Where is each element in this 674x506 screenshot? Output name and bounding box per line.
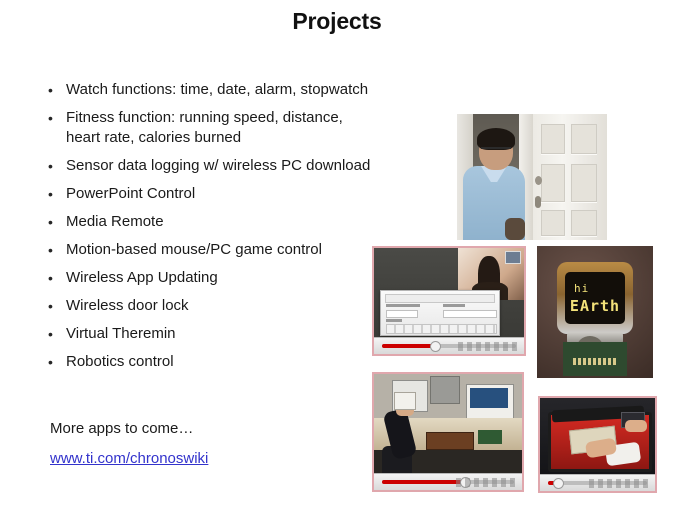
door-panel-shape xyxy=(571,164,597,202)
video-control-bar[interactable] xyxy=(374,337,524,354)
bullet-marker-icon: • xyxy=(48,354,53,370)
video-lab-demo[interactable] xyxy=(372,372,524,492)
video-ppt-scene xyxy=(374,248,524,338)
bullet-marker-icon: • xyxy=(48,298,53,314)
person-arm-shape xyxy=(505,218,525,240)
list-item-label: Wireless door lock xyxy=(66,297,189,314)
dialog-label-shape xyxy=(386,304,420,307)
list-item-label: PowerPoint Control xyxy=(66,185,196,202)
dialog-label-shape xyxy=(386,319,402,322)
watch-lcd-line-1: hi xyxy=(574,281,590,295)
list-item: • Robotics control xyxy=(48,352,418,372)
bullet-list: • Watch functions: time, date, alarm, st… xyxy=(48,80,418,380)
watch-lcd-display: hi EArth xyxy=(565,272,625,324)
bullet-marker-icon: • xyxy=(48,158,53,174)
more-apps-text: More apps to come… xyxy=(50,420,194,437)
list-item-label: Motion-based mouse/PC game control xyxy=(66,241,322,258)
video-control-icons[interactable] xyxy=(458,342,518,351)
photo-door-content xyxy=(457,114,607,240)
dialog-label-shape xyxy=(443,304,465,307)
list-item: • Virtual Theremin xyxy=(48,324,418,344)
list-item: • Sensor data logging w/ wireless PC dow… xyxy=(48,156,418,176)
page-title: Projects xyxy=(292,8,382,34)
video-scrubber-handle[interactable] xyxy=(553,478,564,489)
door-panel-shape xyxy=(571,210,597,236)
door-knob-shape xyxy=(535,176,542,185)
laptop-screen-shape xyxy=(470,388,508,408)
door-panel-shape xyxy=(541,164,565,202)
video-control-bar[interactable] xyxy=(540,474,655,491)
held-card-shape xyxy=(394,392,416,410)
video-robotics-control[interactable] xyxy=(538,396,657,493)
thumbnail-tile-shape xyxy=(505,251,521,264)
list-item: • Media Remote xyxy=(48,212,418,232)
list-item: • Wireless door lock xyxy=(48,296,418,316)
list-item-label: Fitness function: running speed, distanc… xyxy=(66,109,343,146)
bullet-marker-icon: • xyxy=(48,214,53,230)
video-control-icons[interactable] xyxy=(456,478,516,487)
dev-board-shape xyxy=(426,432,474,450)
settings-dialog xyxy=(380,290,500,336)
watch-lcd-line-2: EArth xyxy=(569,296,621,315)
bullet-marker-icon: • xyxy=(48,242,53,258)
list-item: • Watch functions: time, date, alarm, st… xyxy=(48,80,418,100)
chronos-wiki-link[interactable]: www.ti.com/chronoswiki xyxy=(50,449,208,469)
glasses-icon xyxy=(481,147,511,156)
photo-wireless-door-lock xyxy=(457,114,607,240)
video-powerpoint-control[interactable] xyxy=(372,246,526,356)
list-item-label: Watch functions: time, date, alarm, stop… xyxy=(66,81,369,98)
list-item: • Fitness function: running speed, dista… xyxy=(48,108,418,148)
video-scrubber-handle[interactable] xyxy=(430,341,441,352)
dialog-text-field[interactable] xyxy=(386,310,418,318)
board-pins-shape xyxy=(573,358,617,365)
bullet-marker-icon: • xyxy=(48,326,53,342)
door-panel-shape xyxy=(571,124,597,154)
presentation-slide: Projects • Watch functions: time, date, … xyxy=(0,0,674,506)
video-lab-scene xyxy=(374,374,522,474)
bullet-marker-icon: • xyxy=(48,270,53,286)
video-robot-scene xyxy=(540,398,655,475)
list-item-label: Robotics control xyxy=(66,353,174,370)
dialog-titlebar xyxy=(385,294,495,303)
video-progress-fill xyxy=(382,480,464,484)
list-item: • Motion-based mouse/PC game control xyxy=(48,240,418,260)
door-panel-shape xyxy=(541,210,565,236)
dev-board-shape xyxy=(478,430,502,444)
person-hand-shape xyxy=(625,420,647,432)
list-item: • Wireless App Updating xyxy=(48,268,418,288)
list-item: • PowerPoint Control xyxy=(48,184,418,204)
video-control-icons[interactable] xyxy=(589,479,649,488)
bullet-marker-icon: • xyxy=(48,110,53,126)
dialog-dropdown[interactable] xyxy=(443,310,497,318)
video-control-bar[interactable] xyxy=(374,473,522,490)
monitor-shape xyxy=(430,376,460,404)
photo-chronos-watch: hi EArth xyxy=(537,246,653,378)
dialog-button-row[interactable] xyxy=(386,324,497,334)
bullet-marker-icon: • xyxy=(48,186,53,202)
list-item-label: Virtual Theremin xyxy=(66,325,176,342)
video-progress-fill xyxy=(382,344,434,348)
list-item-label: Media Remote xyxy=(66,213,164,230)
list-item-label: Sensor data logging w/ wireless PC downl… xyxy=(66,157,371,174)
deadbolt-shape xyxy=(535,196,541,208)
bullet-marker-icon: • xyxy=(48,82,53,98)
door-panel-shape xyxy=(541,124,565,154)
list-item-label: Wireless App Updating xyxy=(66,269,218,286)
